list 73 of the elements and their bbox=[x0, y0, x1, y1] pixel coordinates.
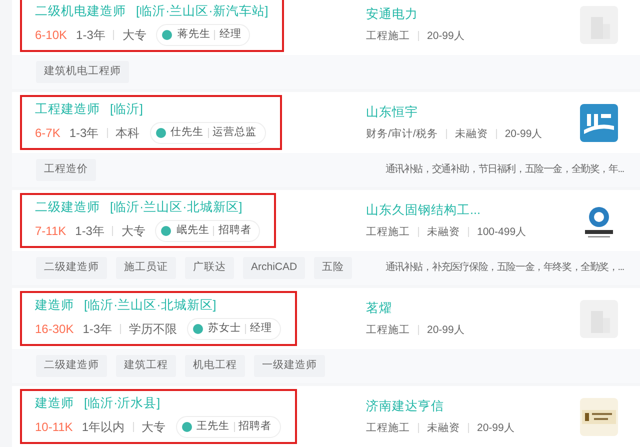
education: 大专 bbox=[121, 222, 146, 240]
company-name-link[interactable]: 茗燿 bbox=[366, 300, 392, 315]
avatar-icon bbox=[161, 226, 172, 236]
salary: 6-10K bbox=[35, 26, 68, 44]
salary: 16-30K bbox=[35, 320, 74, 338]
building-icon bbox=[580, 300, 618, 338]
experience: 1-3年 bbox=[76, 26, 106, 44]
skill-tag: 五险 bbox=[314, 257, 352, 279]
company-name-link[interactable]: 济南建达亨信 bbox=[366, 398, 444, 413]
job-title-link[interactable]: 建造师 bbox=[35, 396, 74, 410]
education: 本科 bbox=[116, 124, 140, 142]
recruiter-name: 王先生 bbox=[196, 419, 230, 434]
job-title-link[interactable]: 建造师 bbox=[35, 298, 74, 312]
skill-tag: 建筑工程 bbox=[116, 355, 176, 377]
skill-tag: 工程造价 bbox=[36, 159, 96, 181]
skill-tag: 二级建造师 bbox=[36, 257, 107, 279]
job-location: [临沂·兰山区·北城新区] bbox=[110, 200, 242, 214]
company-detail: 工程施工 bbox=[366, 420, 410, 436]
company-name-link[interactable]: 安通电力 bbox=[366, 6, 418, 21]
job-location: [临沂] bbox=[110, 102, 143, 116]
job-title-link[interactable]: 二级建造师 bbox=[35, 200, 100, 214]
company-detail: 工程施工 bbox=[366, 28, 410, 44]
company-detail: 20-99人 bbox=[477, 420, 515, 436]
job-location: [临沂·兰山区·北城新区] bbox=[84, 298, 216, 312]
recruiter-role: 经理 bbox=[219, 27, 242, 42]
company-name-link[interactable]: 山东恒宇 bbox=[366, 104, 418, 119]
salary: 7-11K bbox=[35, 222, 66, 240]
job-title-link[interactable]: 工程建造师 bbox=[35, 102, 100, 116]
recruiter-name: 苏女士 bbox=[208, 321, 242, 336]
benefits-text: 通讯补贴，补充医疗保险，五险一金，年终奖，全勤奖，... bbox=[385, 261, 624, 275]
recruiter-name: 仕先生 bbox=[170, 125, 204, 140]
recruiter-role: 经理 bbox=[250, 321, 272, 336]
recruiter-name: 岷先生 bbox=[176, 223, 210, 238]
building-icon bbox=[580, 6, 618, 44]
recruiter-name: 蒋先生 bbox=[177, 27, 210, 42]
avatar-icon bbox=[182, 422, 192, 432]
company-detail: 未融资 bbox=[427, 420, 460, 436]
avatar-icon bbox=[156, 128, 166, 138]
avatar-icon bbox=[162, 30, 172, 40]
skill-tag: 施工员证 bbox=[116, 257, 176, 279]
education: 学历不限 bbox=[129, 320, 178, 338]
company-detail: 工程施工 bbox=[366, 322, 410, 338]
company-detail: 财务/审计/税务 bbox=[366, 126, 438, 142]
education: 大专 bbox=[142, 418, 166, 436]
company-detail: 未融资 bbox=[454, 126, 488, 142]
experience: 1-3年 bbox=[82, 320, 112, 338]
education: 大专 bbox=[122, 26, 146, 44]
experience: 1-3年 bbox=[69, 124, 99, 142]
salary: 10-11K bbox=[35, 418, 73, 436]
skill-tag: 广联达 bbox=[185, 257, 234, 279]
company-detail: 20-99人 bbox=[504, 126, 543, 142]
avatar-icon bbox=[193, 324, 204, 334]
job-title-link[interactable]: 二级机电建造师 bbox=[35, 4, 126, 18]
experience: 1年以内 bbox=[82, 418, 124, 436]
salary: 6-7K bbox=[35, 124, 60, 142]
company-name-link[interactable]: 山东久固钢结构工... bbox=[366, 202, 480, 217]
job-location: [临沂·兰山区·新汽车站] bbox=[136, 4, 268, 18]
company-detail: 工程施工 bbox=[366, 224, 410, 240]
company-detail: 100-499人 bbox=[477, 224, 527, 240]
experience: 1-3年 bbox=[75, 222, 104, 240]
skill-tag: ArchiCAD bbox=[243, 257, 306, 279]
job-location: [临沂·沂水县] bbox=[84, 396, 160, 410]
skill-tag: 机电工程 bbox=[185, 355, 245, 377]
recruiter-role: 招聘者 bbox=[238, 419, 272, 434]
company-detail: 20-99人 bbox=[427, 322, 465, 338]
recruiter-role: 招聘者 bbox=[218, 223, 252, 238]
recruiter-role: 运营总监 bbox=[212, 125, 257, 140]
skill-tag: 建筑机电工程师 bbox=[36, 61, 129, 83]
benefits-text: 通讯补贴，交通补助，节日福利，五险一金，全勤奖，年... bbox=[385, 163, 624, 177]
company-detail: 未融资 bbox=[427, 224, 460, 240]
company-detail: 20-99人 bbox=[427, 28, 465, 44]
skill-tag: 一级建造师 bbox=[254, 355, 325, 377]
skill-tag: 二级建造师 bbox=[36, 355, 107, 377]
